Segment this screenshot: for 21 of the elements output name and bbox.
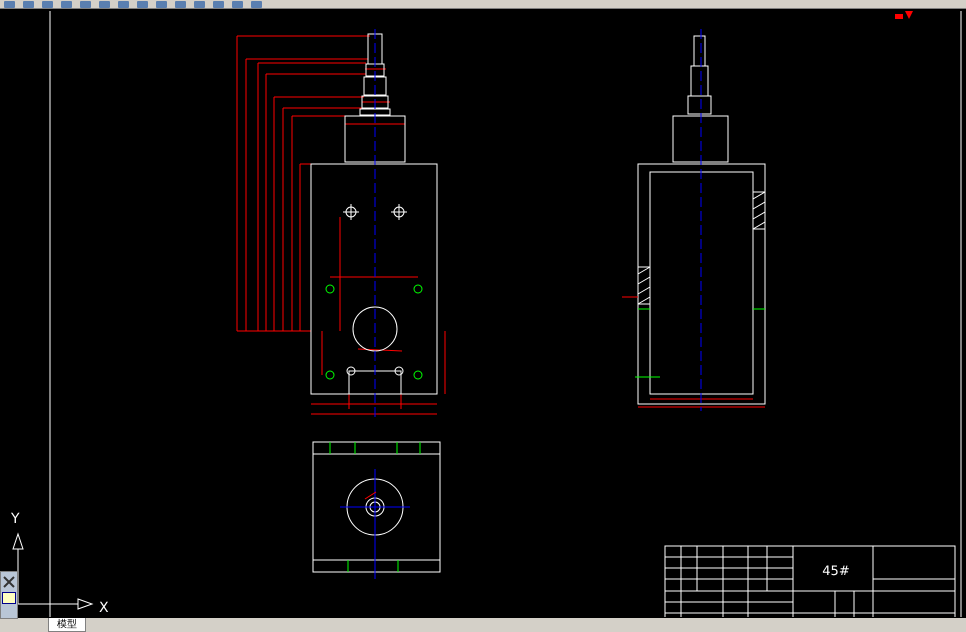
x-axis-label: X	[99, 600, 109, 616]
y-axis-label: Y	[11, 511, 20, 527]
material-label: 45#	[822, 564, 850, 579]
toolbar-icon[interactable]	[137, 1, 148, 8]
toolbar-icon[interactable]	[156, 1, 167, 8]
toolbar-icon[interactable]	[42, 1, 53, 8]
toolbar-icon[interactable]	[61, 1, 72, 8]
toolbar-icon[interactable]	[213, 1, 224, 8]
marker-icon	[895, 11, 913, 19]
toolbar-icon[interactable]	[194, 1, 205, 8]
layout-tab[interactable]: 模型	[48, 618, 86, 632]
toolbar-icon[interactable]	[99, 1, 110, 8]
toolbar-icon[interactable]	[232, 1, 243, 8]
toolbar-icon[interactable]	[251, 1, 262, 8]
toolbar-icon[interactable]	[4, 1, 15, 8]
window-icon[interactable]	[2, 592, 16, 604]
toolbar-icon[interactable]	[80, 1, 91, 8]
toolbar-icon[interactable]	[118, 1, 129, 8]
close-icon[interactable]	[3, 576, 15, 588]
toolbar-icon[interactable]	[23, 1, 34, 8]
toolbar-icon[interactable]	[175, 1, 186, 8]
